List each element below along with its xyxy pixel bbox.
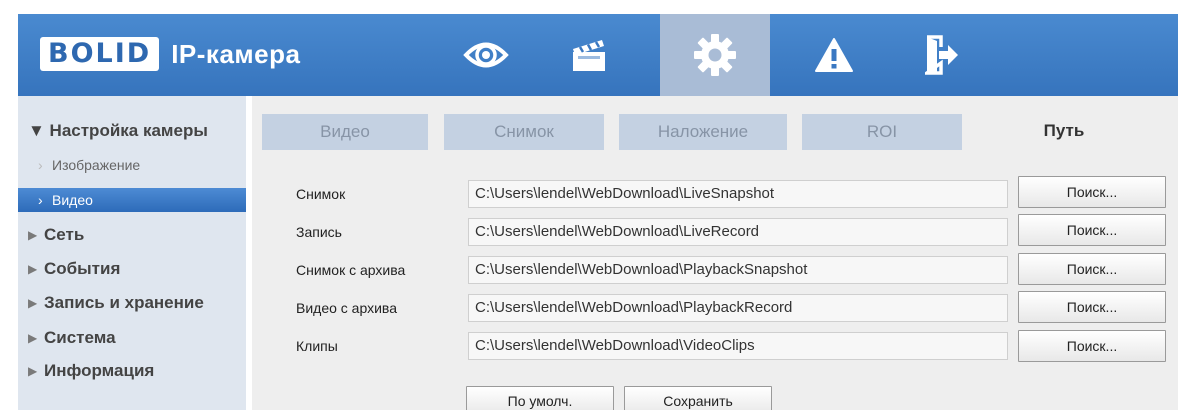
sidebar-item-camera-settings[interactable]: ▼ Настройка камеры bbox=[18, 120, 246, 142]
sidebar-item-label: ▼ Настройка камеры bbox=[28, 121, 208, 140]
sidebar-item-video[interactable]: › Видео bbox=[18, 188, 246, 212]
sidebar-item-network[interactable]: ▶ Сеть bbox=[18, 224, 246, 246]
sidebar-item-label: Запись и хранение bbox=[44, 293, 204, 312]
path-field-playback-record[interactable]: C:\Users\lendel\WebDownload\PlaybackReco… bbox=[468, 294, 1008, 322]
path-label-record: Запись bbox=[296, 224, 342, 240]
sidebar-item-label: Видео bbox=[52, 192, 93, 208]
sidebar-item-system[interactable]: ▶ Система bbox=[18, 327, 246, 349]
sidebar-item-storage[interactable]: ▶ Запись и хранение bbox=[18, 292, 246, 314]
camera-settings-window: BOLID IP-камера ▼ Настройка камеры › Изо… bbox=[18, 14, 1178, 410]
path-label-playback-record: Видео с архива bbox=[296, 300, 397, 316]
path-field-clips[interactable]: C:\Users\lendel\WebDownload\VideoClips bbox=[468, 332, 1008, 360]
nav-logout[interactable] bbox=[894, 14, 990, 96]
sidebar-item-label: Изображение bbox=[52, 157, 141, 173]
header-bar: BOLID IP-камера bbox=[18, 14, 1178, 96]
warning-icon bbox=[814, 37, 854, 73]
sidebar-item-label: Система bbox=[44, 328, 116, 347]
browse-button-clips[interactable]: Поиск... bbox=[1018, 330, 1166, 362]
sidebar-item-label: Сеть bbox=[44, 225, 85, 244]
chevron-right-icon: › bbox=[38, 192, 43, 208]
nav-live-view[interactable] bbox=[438, 14, 534, 96]
tab-video[interactable]: Видео bbox=[262, 114, 428, 150]
tab-bar: Видео Снимок Наложение ROI Путь bbox=[252, 112, 1178, 150]
tab-path[interactable]: Путь bbox=[979, 112, 1149, 150]
triangle-right-icon: ▶ bbox=[28, 228, 38, 242]
browse-button-playback-snapshot[interactable]: Поиск... bbox=[1018, 253, 1166, 285]
browse-button-snapshot[interactable]: Поиск... bbox=[1018, 176, 1166, 208]
eye-icon bbox=[463, 38, 509, 72]
browse-button-playback-record[interactable]: Поиск... bbox=[1018, 291, 1166, 323]
sidebar-item-info[interactable]: ▶ Информация bbox=[18, 360, 246, 382]
save-button[interactable]: Сохранить bbox=[624, 386, 772, 410]
triangle-right-icon: ▶ bbox=[28, 262, 38, 276]
triangle-right-icon: ▶ bbox=[28, 296, 38, 310]
app-title: IP-камера bbox=[171, 38, 301, 69]
path-field-snapshot[interactable]: C:\Users\lendel\WebDownload\LiveSnapshot bbox=[468, 180, 1008, 208]
clapperboard-icon bbox=[570, 37, 608, 73]
sidebar: ▼ Настройка камеры › Изображение › Видео… bbox=[18, 96, 246, 410]
gear-icon bbox=[693, 33, 737, 77]
triangle-right-icon: ▶ bbox=[28, 364, 38, 378]
sidebar-item-label: Информация bbox=[44, 361, 155, 380]
logo-mark: BOLID bbox=[40, 37, 160, 71]
sidebar-item-image[interactable]: › Изображение bbox=[18, 154, 246, 176]
triangle-right-icon: ▶ bbox=[28, 331, 38, 345]
tab-snapshot[interactable]: Снимок bbox=[444, 114, 604, 150]
path-label-snapshot: Снимок bbox=[296, 186, 346, 202]
path-field-record[interactable]: C:\Users\lendel\WebDownload\LiveRecord bbox=[468, 218, 1008, 246]
tab-roi[interactable]: ROI bbox=[802, 114, 962, 150]
logo: BOLID IP-камера bbox=[40, 36, 300, 72]
logout-icon bbox=[925, 35, 959, 75]
content-panel: Видео Снимок Наложение ROI Путь Снимок C… bbox=[252, 96, 1178, 410]
sidebar-item-events[interactable]: ▶ События bbox=[18, 258, 246, 280]
nav-settings[interactable] bbox=[660, 14, 770, 96]
path-label-clips: Клипы bbox=[296, 338, 338, 354]
nav-alarm[interactable] bbox=[786, 14, 882, 96]
path-field-playback-snapshot[interactable]: C:\Users\lendel\WebDownload\PlaybackSnap… bbox=[468, 256, 1008, 284]
chevron-right-icon: › bbox=[38, 157, 43, 173]
default-button[interactable]: По умолч. bbox=[466, 386, 614, 410]
sidebar-item-label: События bbox=[44, 259, 121, 278]
browse-button-record[interactable]: Поиск... bbox=[1018, 214, 1166, 246]
nav-playback[interactable] bbox=[541, 14, 637, 96]
tab-overlay[interactable]: Наложение bbox=[619, 114, 787, 150]
path-label-playback-snapshot: Снимок с архива bbox=[296, 262, 406, 278]
